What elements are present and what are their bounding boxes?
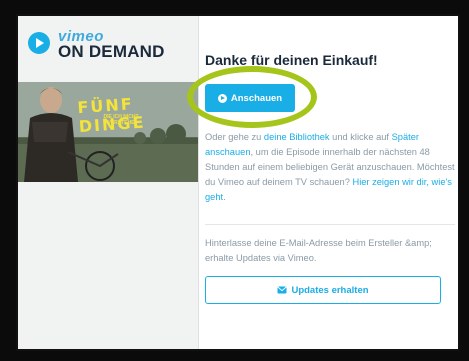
info-text-4: . <box>223 192 226 202</box>
play-icon <box>217 93 227 103</box>
thank-you-heading: Danke für deinen Einkauf! <box>205 52 378 68</box>
library-link[interactable]: deine Bibliothek <box>264 132 330 142</box>
episode-poster[interactable]: FÜNF DINGE DIE ICH NICHT VERSTEHE <box>18 82 198 182</box>
vimeo-logo-icon <box>28 32 50 54</box>
left-panel: vimeo ON DEMAND FÜNF DINGE DIE ICH NICHT… <box>18 16 199 349</box>
poster-subtitle: DIE ICH NICHT VERSTEHE <box>103 114 139 126</box>
notify-text: Hinterlasse deine E-Mail-Adresse beim Er… <box>205 238 432 263</box>
watch-button-label: Anschauen <box>230 92 283 104</box>
info-text-1: Oder gehe zu <box>205 132 264 142</box>
get-updates-label: Updates erhalten <box>291 284 369 296</box>
info-text-2: und klicke auf <box>329 132 392 142</box>
right-panel: Danke für deinen Einkauf! Anschauen Oder… <box>187 16 458 349</box>
watch-button[interactable]: Anschauen <box>205 84 295 112</box>
watch-info-text: Oder gehe zu deine Bibliothek und klicke… <box>205 130 457 205</box>
mail-icon <box>277 286 288 294</box>
vimeo-on-demand-logo: vimeo ON DEMAND <box>28 28 188 72</box>
logo-on-demand-text: ON DEMAND <box>58 42 165 61</box>
get-updates-button[interactable]: Updates erhalten <box>205 276 441 304</box>
divider <box>205 224 455 225</box>
purchase-dialog: vimeo ON DEMAND FÜNF DINGE DIE ICH NICHT… <box>16 14 460 351</box>
